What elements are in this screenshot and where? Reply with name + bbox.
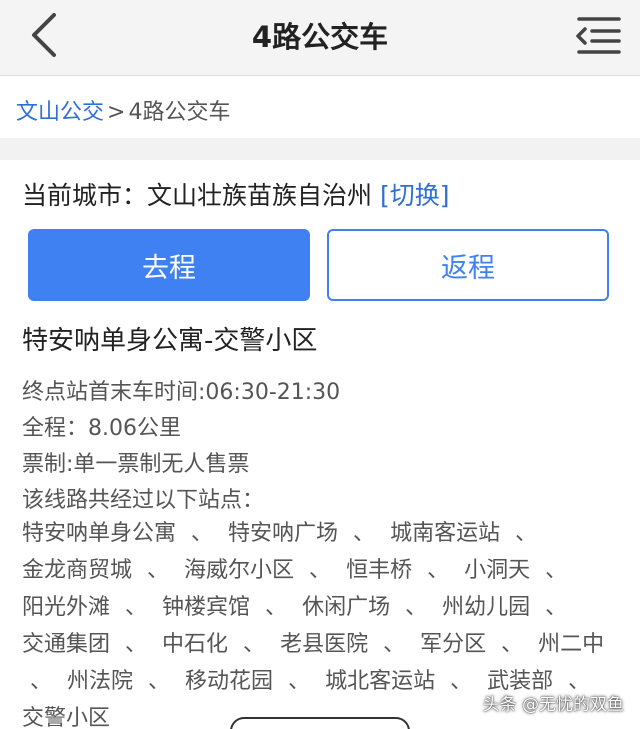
stop-separator: 、 (288, 669, 311, 694)
stop-item[interactable]: 移动花园 (185, 669, 273, 694)
stop-item[interactable]: 州二中 (538, 632, 604, 657)
stop-separator: 、 (545, 595, 568, 620)
stop-separator: 、 (148, 669, 171, 694)
stop-separator: 、 (450, 669, 473, 694)
service-hours: 终点站首末车时间:06:30-21:30 (22, 380, 341, 405)
stop-separator: 、 (405, 595, 428, 620)
stop-item[interactable]: 州幼儿园 (442, 595, 530, 620)
breadcrumb-home-link[interactable]: 文山公交 (16, 100, 104, 125)
stop-item[interactable]: 军分区 (420, 632, 486, 657)
stop-item[interactable]: 城北客运站 (325, 669, 435, 694)
stop-item[interactable]: 海威尔小区 (184, 558, 294, 583)
menu-button[interactable] (568, 12, 626, 62)
fare-type: 票制:单一票制无人售票 (22, 452, 250, 477)
stop-separator: 、 (309, 558, 332, 583)
switch-city-link[interactable]: [切换] (380, 181, 450, 210)
stop-separator: 、 (383, 632, 406, 657)
stop-item[interactable]: 州法院 (67, 669, 133, 694)
top-bar: 4路公交车 (0, 0, 640, 76)
back-button[interactable] (14, 8, 74, 66)
stop-item[interactable]: 恒丰桥 (346, 558, 412, 583)
current-city: 当前城市：文山壮族苗族自治州 [切换] (22, 176, 450, 212)
stops-heading: 该线路共经过以下站点： (22, 488, 265, 513)
page-title: 4路公交车 (251, 20, 389, 54)
stop-separator: 、 (501, 632, 524, 657)
stop-item[interactable]: 阳光外滩 (22, 595, 110, 620)
breadcrumb-separator: > (107, 100, 126, 125)
current-city-name: 文山壮族苗族自治州 (147, 181, 373, 210)
return-button[interactable]: 返程 (327, 229, 609, 301)
stop-separator: 、 (30, 669, 53, 694)
outbound-button[interactable]: 去程 (28, 229, 310, 301)
stop-item[interactable]: 中石化 (162, 632, 228, 657)
stop-item[interactable]: 小洞天 (464, 558, 530, 583)
stop-separator: 、 (265, 595, 288, 620)
stop-item[interactable]: 交警小区 (22, 706, 110, 729)
stop-item[interactable]: 特安呐单身公寓 (22, 521, 176, 546)
list-menu-icon (573, 15, 621, 59)
stop-item[interactable]: 交通集团 (22, 632, 110, 657)
stop-separator: 、 (125, 632, 148, 657)
stop-item[interactable]: 特安呐广场 (228, 521, 338, 546)
current-city-label: 当前城市： (22, 181, 148, 210)
stop-item[interactable]: 老县医院 (280, 632, 368, 657)
chevron-left-icon (27, 12, 61, 62)
stop-item[interactable]: 钟楼宾馆 (162, 595, 250, 620)
stop-item[interactable]: 城南客运站 (390, 521, 500, 546)
route-name: 特安呐单身公寓-交警小区 (22, 326, 318, 356)
route-distance: 全程：8.06公里 (22, 416, 181, 441)
breadcrumb: 文山公交 >4路公交车 (16, 94, 230, 126)
stop-separator: 、 (427, 558, 450, 583)
stop-item[interactable]: 金龙商贸城 (22, 558, 132, 583)
stop-item[interactable]: 休闲广场 (302, 595, 390, 620)
stop-separator: 、 (545, 558, 568, 583)
stop-separator: 、 (191, 521, 214, 546)
stop-separator: 、 (353, 521, 376, 546)
watermark: 头条 @无忧的双鱼 (482, 695, 624, 715)
section-divider (0, 138, 640, 160)
stop-separator: 、 (147, 558, 170, 583)
stop-separator: 、 (515, 521, 538, 546)
stop-separator: 、 (243, 632, 266, 657)
stop-separator: 、 (125, 595, 148, 620)
bottom-button-partial[interactable] (230, 717, 410, 729)
breadcrumb-current: 4路公交车 (128, 100, 231, 125)
